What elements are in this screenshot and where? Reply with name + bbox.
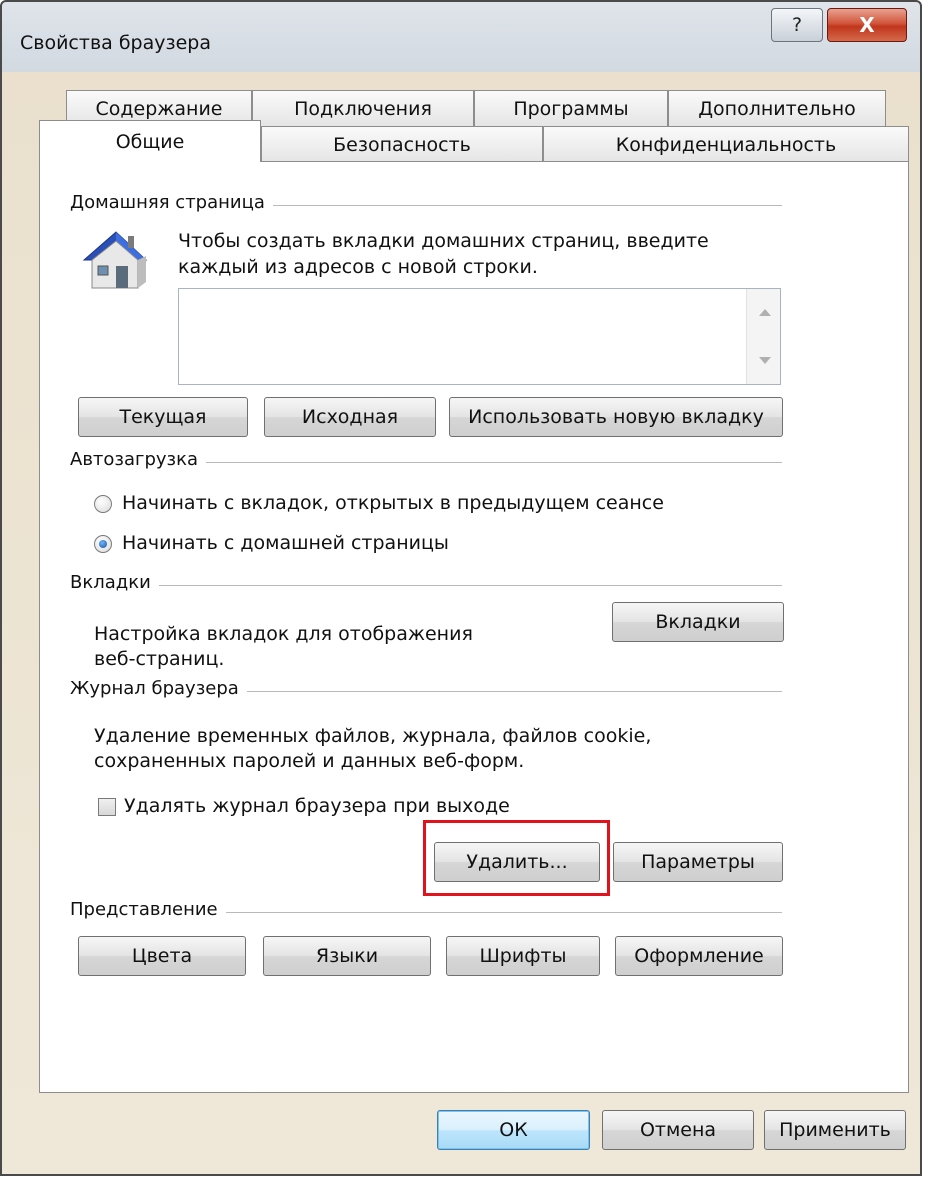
apply-button[interactable]: Применить xyxy=(764,1110,906,1150)
use-current-button[interactable]: Текущая xyxy=(78,397,248,437)
tab-connections[interactable]: Подключения xyxy=(252,90,474,126)
help-icon: ? xyxy=(791,14,803,36)
scroll-up-icon[interactable] xyxy=(759,309,771,316)
tab-privacy[interactable]: Конфиденциальность xyxy=(543,126,909,162)
appearance-group-label: Представление xyxy=(70,899,226,920)
tab-security[interactable]: Безопасность xyxy=(261,126,543,162)
tabs-group-line xyxy=(72,585,782,586)
home-page-textarea[interactable] xyxy=(178,288,781,385)
use-default-button[interactable]: Исходная xyxy=(264,397,436,437)
home-hint-line2: каждый из адресов с новой строки. xyxy=(178,256,538,278)
delete-history-on-exit-label[interactable]: Удалять журнал браузера при выходе xyxy=(124,794,510,819)
home-group-label: Домашняя страница xyxy=(70,192,273,213)
tabs-desc-line1: Настройка вкладок для отображения xyxy=(94,623,473,645)
history-desc-line2: сохраненных паролей и данных веб-форм. xyxy=(94,750,525,772)
ok-button[interactable]: ОК xyxy=(437,1110,590,1150)
startup-prev-session-label[interactable]: Начинать с вкладок, открытых в предыдуще… xyxy=(122,491,664,516)
accessibility-button[interactable]: Оформление xyxy=(615,936,783,976)
tabs-group-label: Вкладки xyxy=(70,572,159,593)
window-title: Свойства браузера xyxy=(20,32,211,54)
startup-home-page-radio[interactable] xyxy=(94,535,112,553)
tab-advanced[interactable]: Дополнительно xyxy=(668,90,886,126)
startup-home-page-label[interactable]: Начинать с домашней страницы xyxy=(122,531,449,556)
browser-properties-dialog: Свойства браузера ? X Содержание Подключ… xyxy=(0,0,922,1176)
colors-button[interactable]: Цвета xyxy=(78,936,246,976)
fonts-button[interactable]: Шрифты xyxy=(446,936,600,976)
delete-button-highlight xyxy=(423,820,610,896)
close-button[interactable]: X xyxy=(827,8,907,42)
home-hint-line1: Чтобы создать вкладки домашних страниц, … xyxy=(178,230,709,252)
scroll-down-icon[interactable] xyxy=(759,357,771,364)
delete-history-on-exit-checkbox[interactable] xyxy=(98,798,116,816)
tabs-settings-button[interactable]: Вкладки xyxy=(612,602,784,642)
tab-general[interactable]: Общие xyxy=(39,120,261,162)
help-button[interactable]: ? xyxy=(771,8,823,42)
history-settings-button[interactable]: Параметры xyxy=(613,842,783,882)
close-icon: X xyxy=(859,13,875,37)
tab-programs[interactable]: Программы xyxy=(474,90,668,126)
use-new-tab-button[interactable]: Использовать новую вкладку xyxy=(449,397,783,437)
startup-group-label: Автозагрузка xyxy=(70,449,207,470)
history-group-label: Журнал браузера xyxy=(70,678,247,699)
title-bar[interactable]: Свойства браузера ? X xyxy=(2,2,920,82)
languages-button[interactable]: Языки xyxy=(263,936,431,976)
history-desc-line1: Удаление временных файлов, журнала, файл… xyxy=(94,725,652,747)
radio-selected-dot xyxy=(99,540,107,548)
startup-prev-session-radio[interactable] xyxy=(94,495,112,513)
tabs-desc-line2: веб-страниц. xyxy=(94,648,225,670)
home-icon xyxy=(82,231,148,289)
cancel-button[interactable]: Отмена xyxy=(602,1110,754,1150)
textarea-scrollbar[interactable] xyxy=(746,289,780,384)
